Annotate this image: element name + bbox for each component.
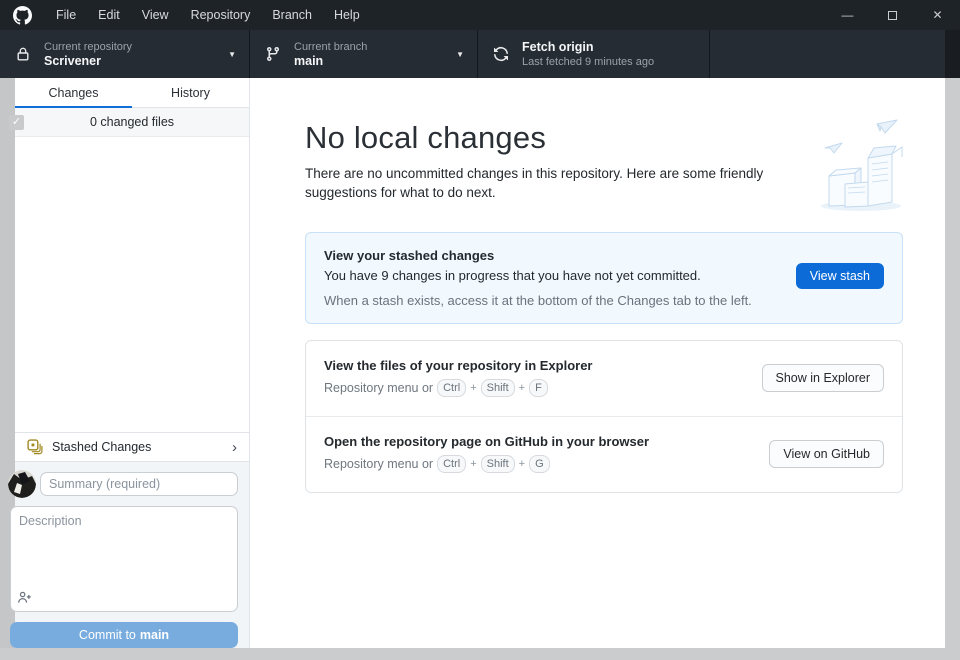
branch-label: Current branch	[294, 40, 368, 53]
menu-view[interactable]: View	[131, 0, 180, 30]
suggestion-row-explorer: View the files of your repository in Exp…	[306, 341, 902, 416]
select-all-checkbox[interactable]: ✓	[9, 115, 24, 130]
commit-form: Commit to main	[8, 462, 249, 648]
menu-repository[interactable]: Repository	[180, 0, 262, 30]
maximize-button[interactable]	[870, 0, 915, 30]
avatar	[8, 470, 36, 498]
lock-icon	[15, 46, 31, 62]
close-button[interactable]: ✕	[915, 0, 960, 30]
add-coauthor-icon[interactable]	[17, 590, 32, 605]
stash-card-title: View your stashed changes	[324, 247, 495, 263]
kbd-shift: Shift	[480, 454, 515, 473]
key-separator: +	[470, 457, 477, 470]
menu-file[interactable]: File	[45, 0, 87, 30]
view-stash-button[interactable]: View stash	[795, 262, 884, 289]
changed-files-count: 0 changed files	[89, 115, 175, 129]
view-on-github-button[interactable]: View on GitHub	[769, 440, 884, 469]
kbd-ctrl: Ctrl	[437, 454, 467, 473]
kbd-g: G	[529, 454, 550, 473]
stashed-changes-label: Stashed Changes	[52, 440, 152, 454]
titlebar: File Edit View Repository Branch Help — …	[0, 0, 960, 30]
menubar: File Edit View Repository Branch Help	[45, 0, 371, 30]
stash-suggestion-card: View your stashed changes You have 9 cha…	[305, 231, 903, 324]
kbd-ctrl: Ctrl	[437, 378, 467, 397]
changed-files-row: ✓ 0 changed files	[9, 108, 249, 137]
sync-icon	[493, 46, 509, 62]
chevron-down-icon: ▼	[456, 50, 464, 59]
repo-name: Scrivener	[44, 53, 101, 68]
stash-card-line2: When a stash exists, access it at the bo…	[324, 292, 752, 308]
summary-input[interactable]	[40, 472, 238, 496]
stash-stack-icon	[27, 439, 43, 455]
current-repository-dropdown[interactable]: Current repository Scrivener ▼	[0, 30, 250, 78]
fetch-origin-button[interactable]: Fetch origin Last fetched 9 minutes ago	[478, 30, 710, 78]
main-content: No local changes There are no uncommitte…	[250, 78, 945, 648]
commit-button[interactable]: Commit to main	[10, 622, 238, 648]
fetch-subtitle: Last fetched 9 minutes ago	[522, 55, 655, 68]
key-separator: +	[518, 381, 526, 394]
git-branch-icon	[265, 46, 281, 62]
toolbar: Current repository Scrivener ▼ Current b…	[0, 30, 960, 78]
menu-edit[interactable]: Edit	[87, 0, 131, 30]
hint-prefix: Repository menu or	[324, 380, 434, 395]
toolbar-empty-area	[710, 30, 945, 78]
sidebar: Changes History ✓ 0 changed files Stashe…	[8, 78, 250, 648]
show-in-explorer-button[interactable]: Show in Explorer	[761, 364, 884, 393]
commit-button-branch: main	[139, 628, 170, 642]
minimize-button[interactable]: —	[825, 0, 870, 30]
menu-help[interactable]: Help	[323, 0, 371, 30]
branch-name: main	[294, 53, 324, 68]
page-subtitle: There are no uncommitted changes in this…	[305, 166, 764, 200]
chevron-down-icon: ▼	[228, 50, 236, 59]
empty-state-illustration	[815, 118, 907, 214]
suggestion-row-github: Open the repository page on GitHub in yo…	[306, 415, 902, 492]
github-logo-icon	[13, 5, 32, 25]
hint-prefix: Repository menu or	[324, 456, 434, 471]
tab-history[interactable]: History	[132, 78, 249, 107]
page-title: No local changes	[305, 120, 547, 155]
window-controls: — ✕	[825, 0, 960, 30]
kbd-f: F	[529, 378, 548, 397]
repo-label: Current repository	[44, 40, 133, 53]
chevron-right-icon: ›	[232, 438, 237, 456]
key-separator: +	[518, 457, 526, 470]
stashed-changes-row[interactable]: Stashed Changes ›	[15, 432, 249, 462]
description-wrap	[10, 506, 238, 612]
kbd-shift: Shift	[480, 378, 515, 397]
commit-button-prefix: Commit to	[78, 628, 136, 642]
key-separator: +	[470, 381, 477, 394]
maximize-icon	[888, 10, 897, 20]
description-input[interactable]	[10, 506, 238, 612]
fetch-title: Fetch origin	[522, 39, 594, 54]
suggestions-card: View the files of your repository in Exp…	[305, 339, 903, 493]
sidebar-tabs: Changes History	[15, 78, 249, 108]
tab-changes[interactable]: Changes	[15, 78, 132, 108]
changes-list-empty	[15, 137, 249, 432]
current-branch-dropdown[interactable]: Current branch main ▼	[250, 30, 478, 78]
menu-branch[interactable]: Branch	[261, 0, 323, 30]
